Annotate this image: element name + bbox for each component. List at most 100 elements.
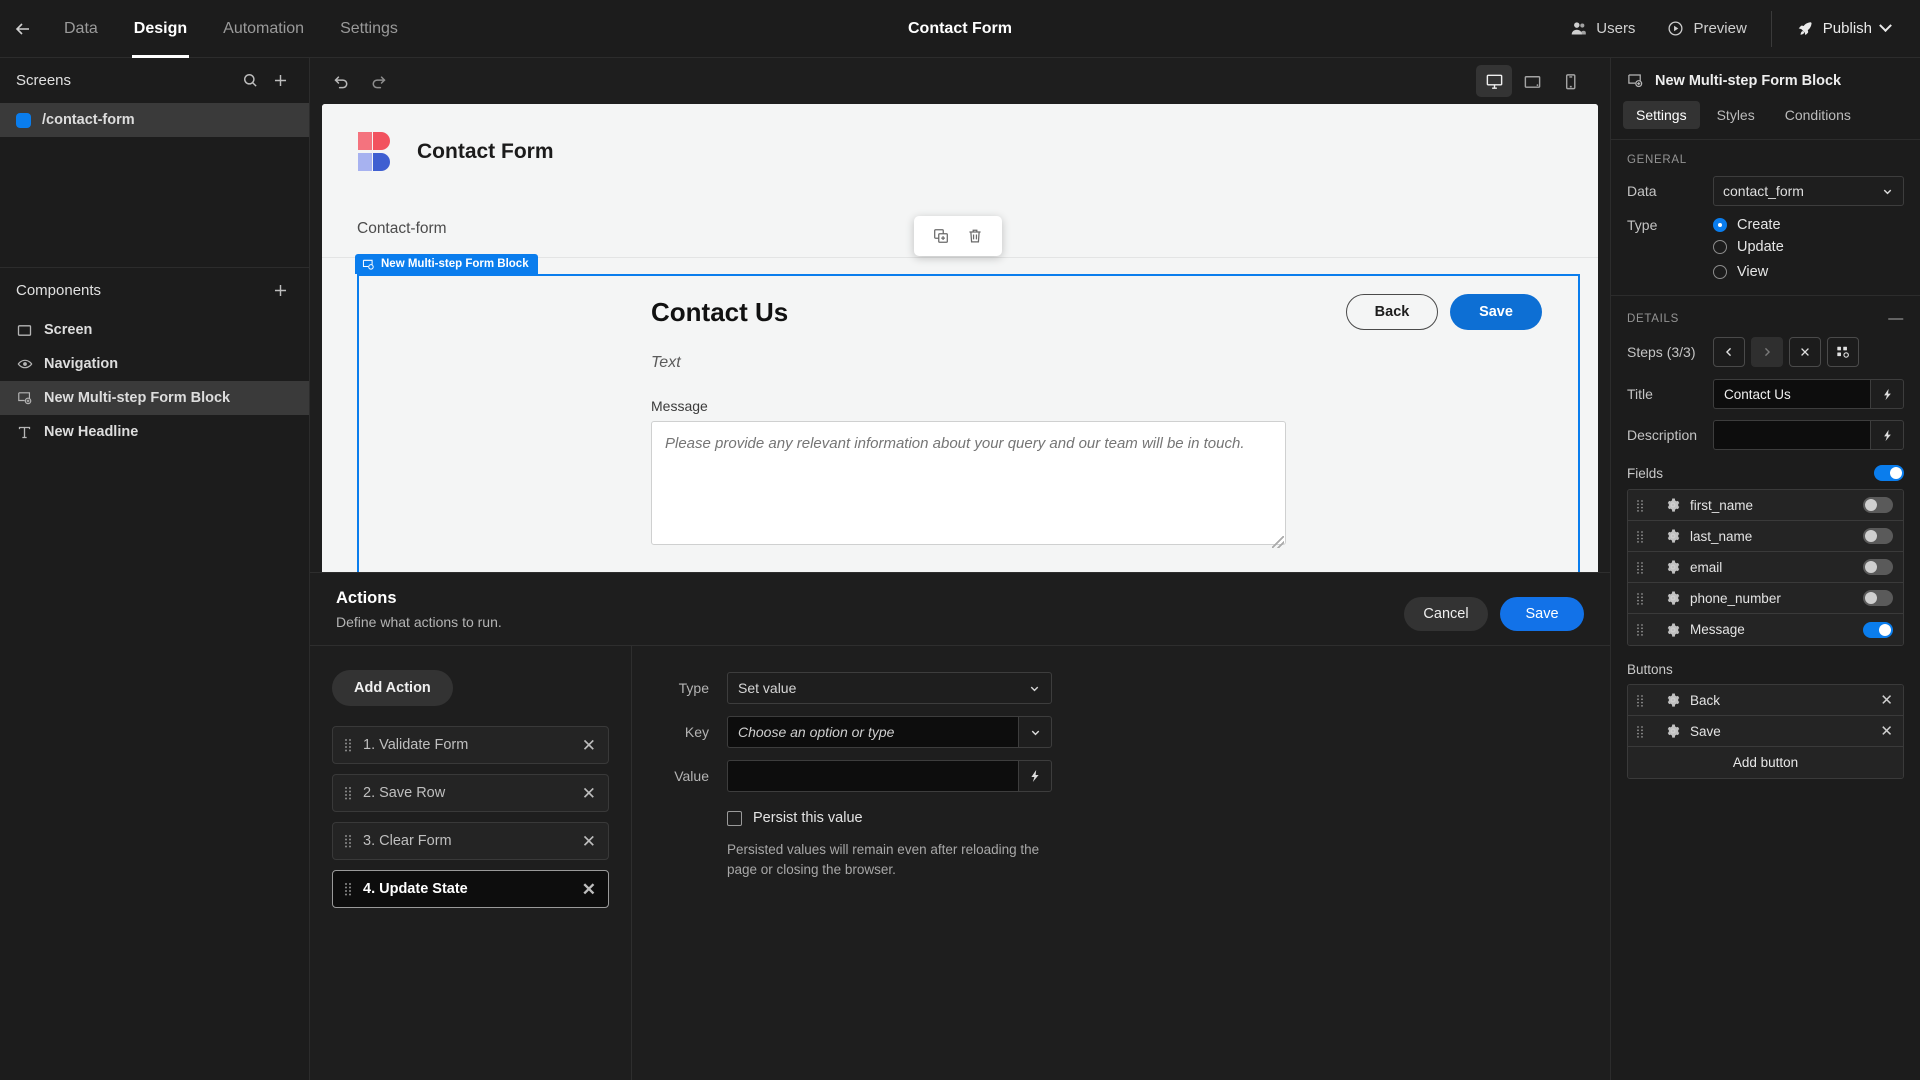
step-next-button[interactable] [1751,337,1783,367]
sidebar-item-new-headline[interactable]: New Headline [0,415,309,449]
undo-icon[interactable] [332,72,351,91]
back-button[interactable] [0,0,46,58]
add-screen-icon[interactable] [267,68,293,94]
type-radio-update[interactable] [1713,240,1727,254]
remove-button-icon[interactable]: ✕ [1880,691,1893,709]
manage-steps-button[interactable] [1827,337,1859,367]
tab-settings[interactable]: Settings [322,0,416,58]
tab-styles[interactable]: Styles [1704,101,1768,129]
field-toggle[interactable] [1863,497,1893,513]
tab-data[interactable]: Data [46,0,116,58]
button-row-save[interactable]: Save ✕ [1628,716,1903,747]
field-row-first-name[interactable]: first_name [1628,490,1903,521]
preview-button[interactable]: Preview [1651,12,1762,46]
actions-save-button[interactable]: Save [1500,597,1584,631]
binding-lightning-icon[interactable] [1018,760,1052,792]
gear-icon[interactable] [1666,591,1680,605]
action-value-input[interactable] [727,760,1018,792]
sidebar-item-new-multi-step-form-block[interactable]: New Multi-step Form Block [0,381,309,415]
delete-icon[interactable] [960,221,990,251]
tab-conditions[interactable]: Conditions [1772,101,1864,129]
data-select[interactable]: contact_form [1713,176,1904,206]
action-key-input[interactable]: Choose an option or type [727,716,1018,748]
field-toggle[interactable] [1863,559,1893,575]
action-item-update-state[interactable]: 4. Update State ✕ [332,870,609,908]
device-tablet-button[interactable] [1514,65,1550,97]
device-desktop-button[interactable] [1476,65,1512,97]
users-button[interactable]: Users [1554,12,1651,46]
drag-handle-icon[interactable] [1636,530,1646,543]
form-back-button[interactable]: Back [1346,294,1438,330]
button-row-back[interactable]: Back ✕ [1628,685,1903,716]
step-prev-button[interactable] [1713,337,1745,367]
add-button-row[interactable]: Add button [1628,747,1903,778]
publish-button[interactable]: Publish [1780,12,1902,46]
gear-icon[interactable] [1666,560,1680,574]
field-toggle[interactable] [1863,621,1893,638]
sidebar-item-navigation[interactable]: Navigation [0,347,309,381]
preview-nav-item[interactable]: Contact-form [357,220,447,238]
drag-handle-icon[interactable] [1636,561,1646,574]
form-message-textarea[interactable] [651,421,1286,545]
field-row-message[interactable]: Message [1628,614,1903,645]
resize-handle-icon[interactable] [1272,536,1284,548]
remove-action-icon[interactable]: ✕ [582,881,596,898]
sidebar-item-contact-form-screen[interactable]: /contact-form [0,103,309,137]
tab-design[interactable]: Design [116,0,205,58]
drag-handle-icon[interactable] [343,785,353,801]
search-icon[interactable] [237,68,263,94]
drag-handle-icon[interactable] [343,833,353,849]
drag-handle-icon[interactable] [1636,694,1646,707]
field-toggle[interactable] [1863,528,1893,544]
remove-action-icon[interactable]: ✕ [582,785,596,802]
redo-icon[interactable] [369,72,388,91]
tab-settings[interactable]: Settings [1623,101,1700,129]
multi-step-form-block[interactable]: Contact Us Back Save Text Message [357,274,1580,572]
type-radio-view[interactable] [1713,265,1727,279]
binding-lightning-icon[interactable] [1870,420,1904,450]
duplicate-icon[interactable] [926,221,956,251]
remove-action-icon[interactable]: ✕ [582,737,596,754]
remove-button-icon[interactable]: ✕ [1880,722,1893,740]
form-header-buttons: Back Save [1346,294,1542,330]
action-item-save-row[interactable]: 2. Save Row ✕ [332,774,609,812]
binding-lightning-icon[interactable] [1870,379,1904,409]
fields-master-toggle[interactable] [1874,465,1904,481]
persist-checkbox-row[interactable]: Persist this value [727,810,1610,826]
gear-icon[interactable] [1666,529,1680,543]
drag-handle-icon[interactable] [1636,725,1646,738]
device-mobile-button[interactable] [1552,65,1588,97]
drag-handle-icon[interactable] [343,737,353,753]
title-input[interactable]: Contact Us [1713,379,1870,409]
remove-action-icon[interactable]: ✕ [582,833,596,850]
chevron-down-icon[interactable] [1018,716,1052,748]
actions-cancel-button[interactable]: Cancel [1404,597,1488,631]
step-delete-button[interactable] [1789,337,1821,367]
gear-icon[interactable] [1666,693,1680,707]
sidebar-item-screen[interactable]: Screen [0,313,309,347]
persist-checkbox[interactable] [727,810,742,826]
add-action-button[interactable]: Add Action [332,670,453,706]
tab-automation[interactable]: Automation [205,0,322,58]
field-row-email[interactable]: email [1628,552,1903,583]
drag-handle-icon[interactable] [1636,592,1646,605]
type-option-update[interactable]: Update [1611,239,1920,264]
gear-icon[interactable] [1666,498,1680,512]
action-type-select[interactable]: Set value [727,672,1052,704]
field-row-last-name[interactable]: last_name [1628,521,1903,552]
field-toggle[interactable] [1863,590,1893,606]
drag-handle-icon[interactable] [1636,623,1646,636]
description-input[interactable] [1713,420,1870,450]
form-save-button[interactable]: Save [1450,294,1542,330]
type-option-view[interactable]: View [1611,264,1920,289]
drag-handle-icon[interactable] [343,881,353,897]
drag-handle-icon[interactable] [1636,499,1646,512]
add-component-icon[interactable] [267,278,293,304]
gear-icon[interactable] [1666,724,1680,738]
action-item-clear-form[interactable]: 3. Clear Form ✕ [332,822,609,860]
action-item-validate-form[interactable]: 1. Validate Form ✕ [332,726,609,764]
type-radio-create[interactable] [1713,218,1727,232]
field-row-phone-number[interactable]: phone_number [1628,583,1903,614]
gear-icon[interactable] [1666,622,1680,637]
collapse-details-icon[interactable]: — [1888,310,1904,327]
